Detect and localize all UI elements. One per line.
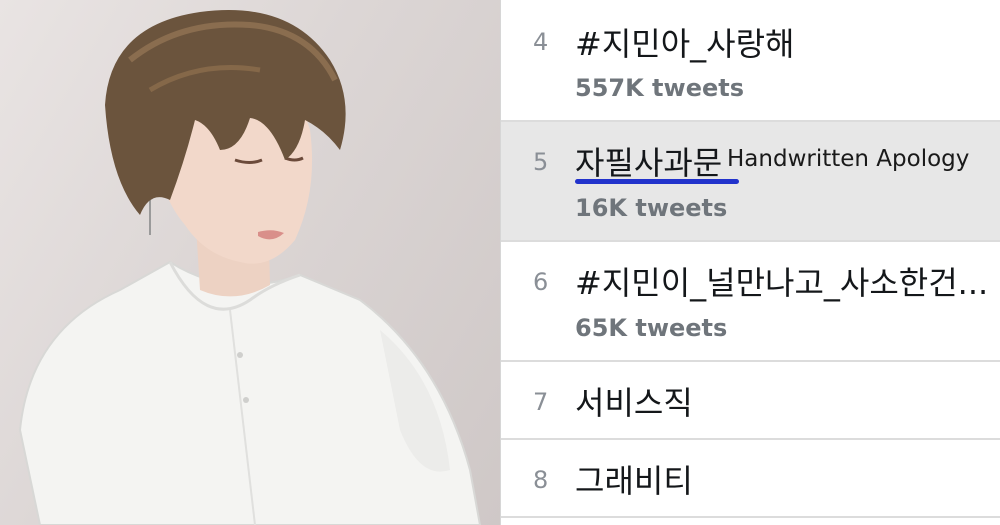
trend-item-8[interactable]: 8 그래비티 [501,440,1000,518]
translation-annotation: Handwritten Apology [727,146,970,172]
trend-rank: 4 [533,28,549,56]
trend-rank: 5 [533,148,549,176]
person-photo [0,0,500,525]
trend-rank: 7 [533,388,549,416]
trend-item-5[interactable]: 5 자필사과문 Handwritten Apology 16K tweets [501,122,1000,242]
trend-topic[interactable]: 서비스직 [575,378,693,424]
trend-item-4[interactable]: 4 #지민아_사랑해 557K tweets [501,0,1000,122]
trending-list: 4 #지민아_사랑해 557K tweets 5 자필사과문 Handwritt… [500,0,1000,525]
trend-tweet-count: 557K tweets [575,74,745,102]
trend-tweet-count: 16K tweets [575,194,728,222]
trend-topic[interactable]: #지민이_널만나고_사소한건... [575,258,988,304]
portrait-illustration [18,10,482,525]
trend-topic[interactable]: 그래비티 [575,456,693,502]
trend-rank: 6 [533,268,549,296]
trend-topic[interactable]: 자필사과문 [575,138,722,184]
trend-item-7[interactable]: 7 서비스직 [501,362,1000,440]
highlight-underline [575,179,739,184]
trend-item-6[interactable]: 6 #지민이_널만나고_사소한건... 65K tweets [501,242,1000,362]
trend-rank: 8 [533,466,549,494]
trend-topic[interactable]: #지민아_사랑해 [575,19,794,65]
trend-tweet-count: 65K tweets [575,314,728,342]
